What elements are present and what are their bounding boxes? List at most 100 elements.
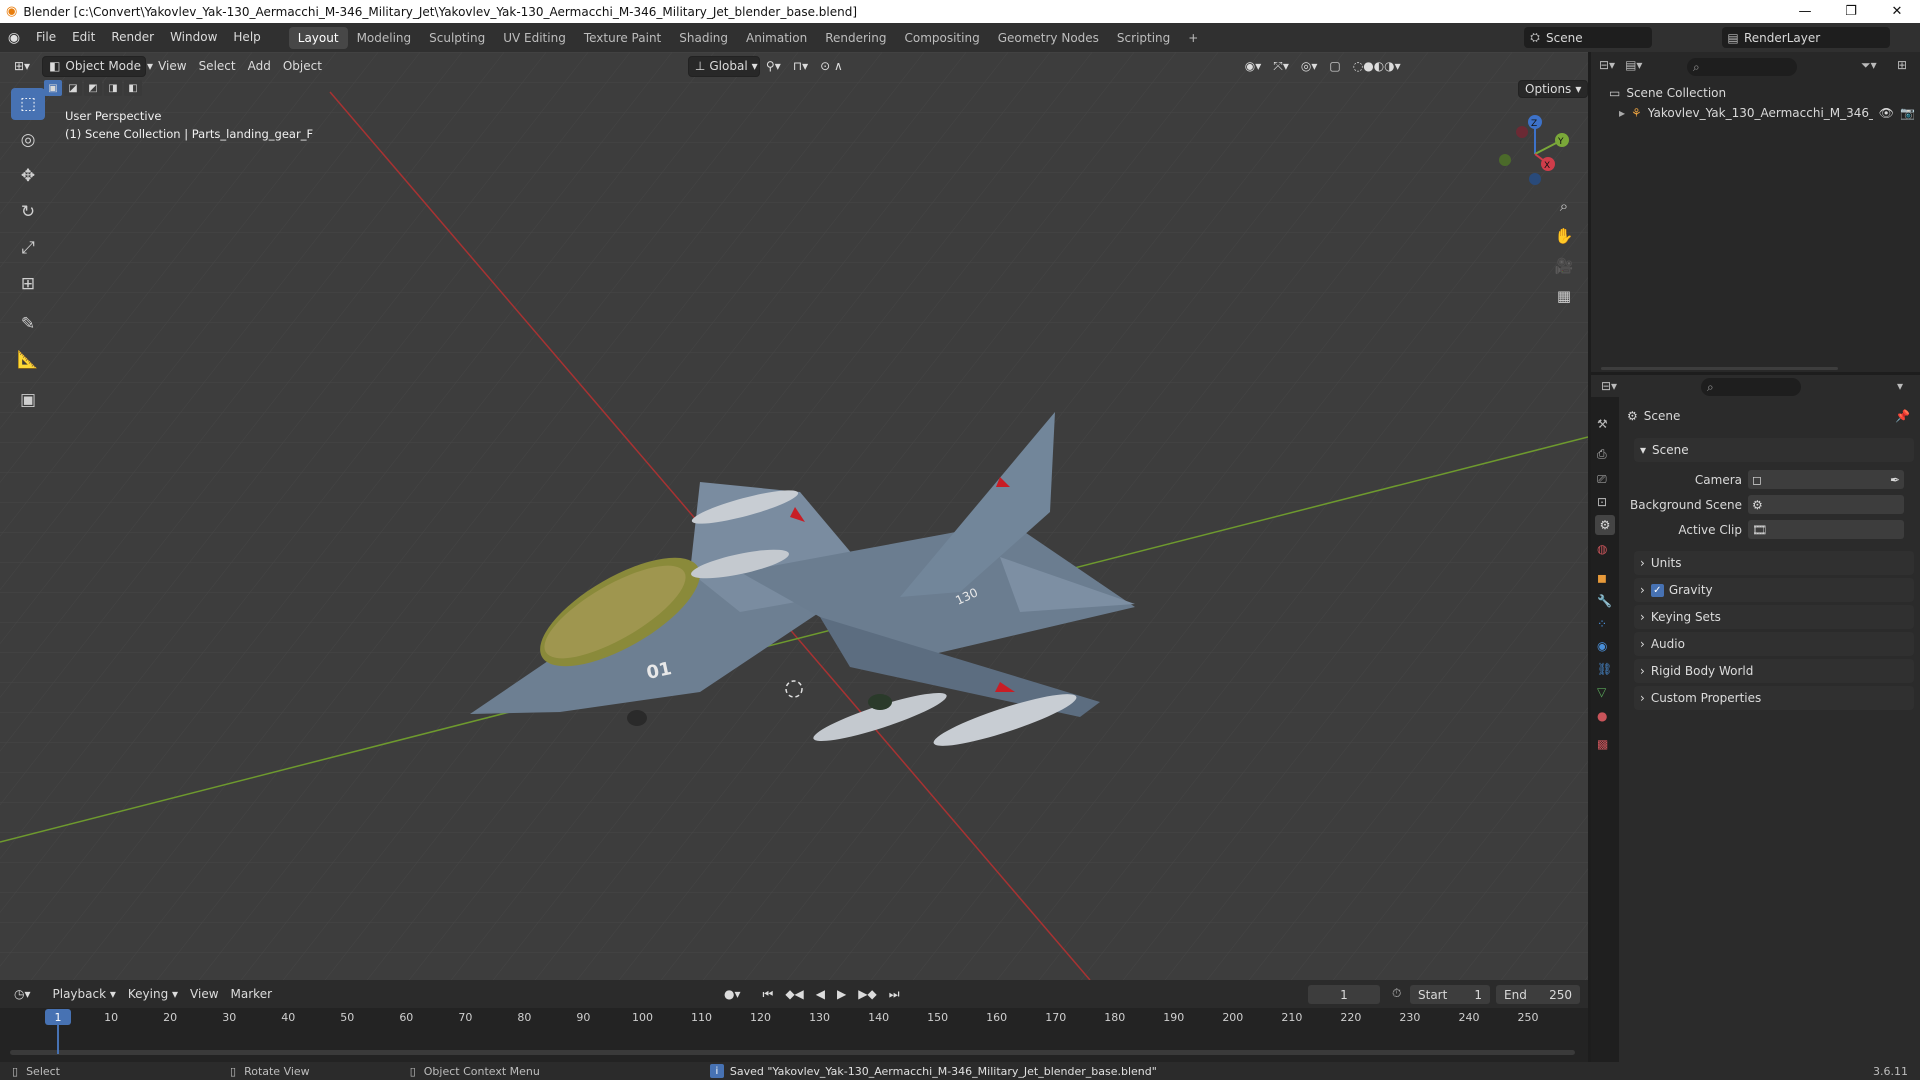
end-frame-field[interactable]: End 250 bbox=[1496, 985, 1580, 1004]
material-tab-icon[interactable]: ● bbox=[1597, 709, 1607, 723]
audio-panel[interactable]: › Audio bbox=[1634, 632, 1914, 656]
camera-field[interactable]: ◻ ✒ bbox=[1748, 470, 1904, 489]
select-invert-icon[interactable]: ◨ bbox=[104, 80, 122, 96]
object-tab-icon[interactable]: ◼ bbox=[1597, 571, 1607, 585]
outliner-scrollbar[interactable] bbox=[1601, 367, 1838, 370]
texture-tab-icon[interactable]: ▩ bbox=[1597, 737, 1608, 751]
select-subtract-icon[interactable]: ◩ bbox=[84, 80, 102, 96]
current-frame-field[interactable]: 1 bbox=[1308, 985, 1380, 1004]
options-button[interactable]: Options ▾ bbox=[1518, 80, 1589, 98]
blender-menu-icon[interactable]: ◉ bbox=[0, 30, 28, 46]
tab-texture-paint[interactable]: Texture Paint bbox=[575, 27, 670, 49]
keying-sets-panel[interactable]: › Keying Sets bbox=[1634, 605, 1914, 629]
record-icon[interactable]: ●▾ bbox=[718, 984, 747, 1005]
camera-render-icon[interactable]: 📷 bbox=[1900, 106, 1915, 120]
jump-end-icon[interactable]: ⏭ bbox=[883, 984, 906, 1005]
world-tab-icon[interactable]: ◍ bbox=[1597, 542, 1607, 556]
add-workspace-button[interactable]: + bbox=[1179, 27, 1207, 49]
cursor-tool[interactable]: ◎ bbox=[11, 124, 45, 156]
properties-editor-icon[interactable]: ⊟▾ bbox=[1601, 379, 1617, 393]
rotate-tool[interactable]: ↻ bbox=[11, 196, 45, 228]
render-tab-icon[interactable]: ⎙ bbox=[1597, 447, 1607, 462]
new-collection-icon[interactable]: ⊞ bbox=[1897, 58, 1907, 72]
play-icon[interactable]: ▶ bbox=[831, 984, 852, 1005]
pin-icon[interactable]: 📌 bbox=[1895, 409, 1910, 423]
particles-tab-icon[interactable]: ⁘ bbox=[1597, 617, 1607, 631]
tab-modeling[interactable]: Modeling bbox=[348, 27, 421, 49]
keying-menu[interactable]: Keying ▾ bbox=[122, 984, 184, 1005]
renderlayer-selector[interactable]: ▤ RenderLayer bbox=[1722, 27, 1890, 48]
scene-panel-header[interactable]: ▾ Scene bbox=[1634, 438, 1914, 462]
view-layer-tab-icon[interactable]: ⊡ bbox=[1597, 495, 1607, 509]
gizmo-toggle-icon[interactable]: ⤧▾ bbox=[1267, 56, 1295, 77]
menu-render[interactable]: Render bbox=[103, 23, 162, 52]
perspective-grid-icon[interactable]: ▦ bbox=[1553, 285, 1575, 307]
eyedropper-icon[interactable]: ✒ bbox=[1890, 473, 1900, 487]
menu-edit[interactable]: Edit bbox=[64, 23, 103, 52]
add-menu[interactable]: Add bbox=[242, 56, 277, 77]
next-keyframe-icon[interactable]: ▶◆ bbox=[852, 984, 882, 1005]
transform-tool[interactable]: ⊞ bbox=[11, 268, 45, 300]
outliner-editor-icon[interactable]: ⊟▾ bbox=[1599, 58, 1615, 72]
shading-modes-icon[interactable]: ◌●◐◑▾ bbox=[1347, 56, 1407, 77]
display-mode-icon[interactable]: ▤▾ bbox=[1625, 58, 1642, 72]
editor-type-button[interactable]: ⊞▾ bbox=[8, 56, 36, 77]
tab-rendering[interactable]: Rendering bbox=[816, 27, 895, 49]
properties-search-input[interactable]: ⌕ bbox=[1701, 378, 1801, 396]
scale-tool[interactable]: ⤢ bbox=[11, 232, 45, 264]
select-intersect-icon[interactable]: ◧ bbox=[124, 80, 142, 96]
outliner-scene-collection[interactable]: ▭ Scene Collection bbox=[1609, 86, 1726, 100]
outliner-item[interactable]: ▸ ⚘ Yakovlev_Yak_130_Aermacchi_M_346_ 👁 … bbox=[1619, 106, 1919, 120]
playhead-line[interactable] bbox=[57, 1024, 59, 1054]
scene-selector[interactable]: ⛭ Scene bbox=[1524, 27, 1652, 48]
playhead-frame[interactable]: 1 bbox=[45, 1009, 71, 1025]
units-panel[interactable]: › Units bbox=[1634, 551, 1914, 575]
tab-geometry-nodes[interactable]: Geometry Nodes bbox=[989, 27, 1108, 49]
pan-hand-icon[interactable]: ✋ bbox=[1553, 225, 1575, 247]
tab-shading[interactable]: Shading bbox=[670, 27, 737, 49]
playback-menu[interactable]: Playback ▾ bbox=[47, 984, 122, 1005]
tab-uv-editing[interactable]: UV Editing bbox=[494, 27, 575, 49]
active-clip-field[interactable]: 🎞 bbox=[1748, 520, 1904, 539]
tab-layout[interactable]: Layout bbox=[288, 26, 348, 49]
camera-view-icon[interactable]: 🎥 bbox=[1553, 255, 1575, 277]
stopwatch-icon[interactable]: ⏱ bbox=[1392, 986, 1401, 1001]
play-reverse-icon[interactable]: ◀ bbox=[810, 984, 831, 1005]
outliner-search-input[interactable]: ⌕ bbox=[1687, 58, 1797, 76]
view-menu[interactable]: View bbox=[152, 56, 192, 77]
tab-sculpting[interactable]: Sculpting bbox=[420, 27, 494, 49]
jump-start-icon[interactable]: ⏮ bbox=[757, 984, 780, 1005]
gravity-panel[interactable]: › ✓ Gravity bbox=[1634, 578, 1914, 602]
overlay-icon[interactable]: ◎▾ bbox=[1295, 56, 1324, 77]
select-extend-icon[interactable]: ◪ bbox=[64, 80, 82, 96]
annotate-tool[interactable]: ✎ bbox=[11, 308, 45, 340]
modifier-tab-icon[interactable]: 🔧 bbox=[1597, 594, 1612, 608]
zoom-icon[interactable]: ⌕ bbox=[1553, 195, 1575, 217]
proportional-icon[interactable]: ⊙ ∧ bbox=[814, 56, 849, 77]
chevron-down-icon[interactable]: ▾ bbox=[1897, 379, 1903, 393]
marker-menu[interactable]: Marker bbox=[225, 984, 278, 1005]
timeline-editor-icon[interactable]: ◷▾ bbox=[8, 984, 37, 1005]
measure-tool[interactable]: 📐 bbox=[11, 344, 45, 376]
prev-keyframe-icon[interactable]: ◆◀ bbox=[779, 984, 809, 1005]
select-box-tool[interactable]: ⬚ bbox=[11, 88, 45, 120]
pivot-icon[interactable]: ⚲▾ bbox=[760, 56, 787, 77]
minimize-button[interactable]: — bbox=[1782, 0, 1828, 23]
tab-animation[interactable]: Animation bbox=[737, 27, 816, 49]
tab-scripting[interactable]: Scripting bbox=[1108, 27, 1179, 49]
timeline-view-menu[interactable]: View bbox=[184, 984, 224, 1005]
tab-compositing[interactable]: Compositing bbox=[895, 27, 988, 49]
object-menu[interactable]: Object bbox=[277, 56, 328, 77]
xray-icon[interactable]: ▢ bbox=[1323, 56, 1346, 77]
constraints-tab-icon[interactable]: ⛓ bbox=[1597, 662, 1612, 676]
add-cube-tool[interactable]: ▣ bbox=[11, 384, 45, 416]
mode-selector[interactable]: ◧ Object Mode ▾ bbox=[42, 55, 153, 77]
gravity-checkbox[interactable]: ✓ bbox=[1650, 583, 1664, 597]
output-tab-icon[interactable]: ⎚ bbox=[1597, 472, 1607, 487]
maximize-button[interactable]: ❐ bbox=[1828, 0, 1874, 23]
menu-window[interactable]: Window bbox=[162, 23, 225, 52]
scene-tab-icon[interactable]: ⚙ bbox=[1595, 515, 1615, 535]
filter-icon[interactable]: ⏷▾ bbox=[1861, 58, 1877, 73]
menu-file[interactable]: File bbox=[28, 23, 64, 52]
background-scene-field[interactable]: ⚙ bbox=[1748, 495, 1904, 514]
